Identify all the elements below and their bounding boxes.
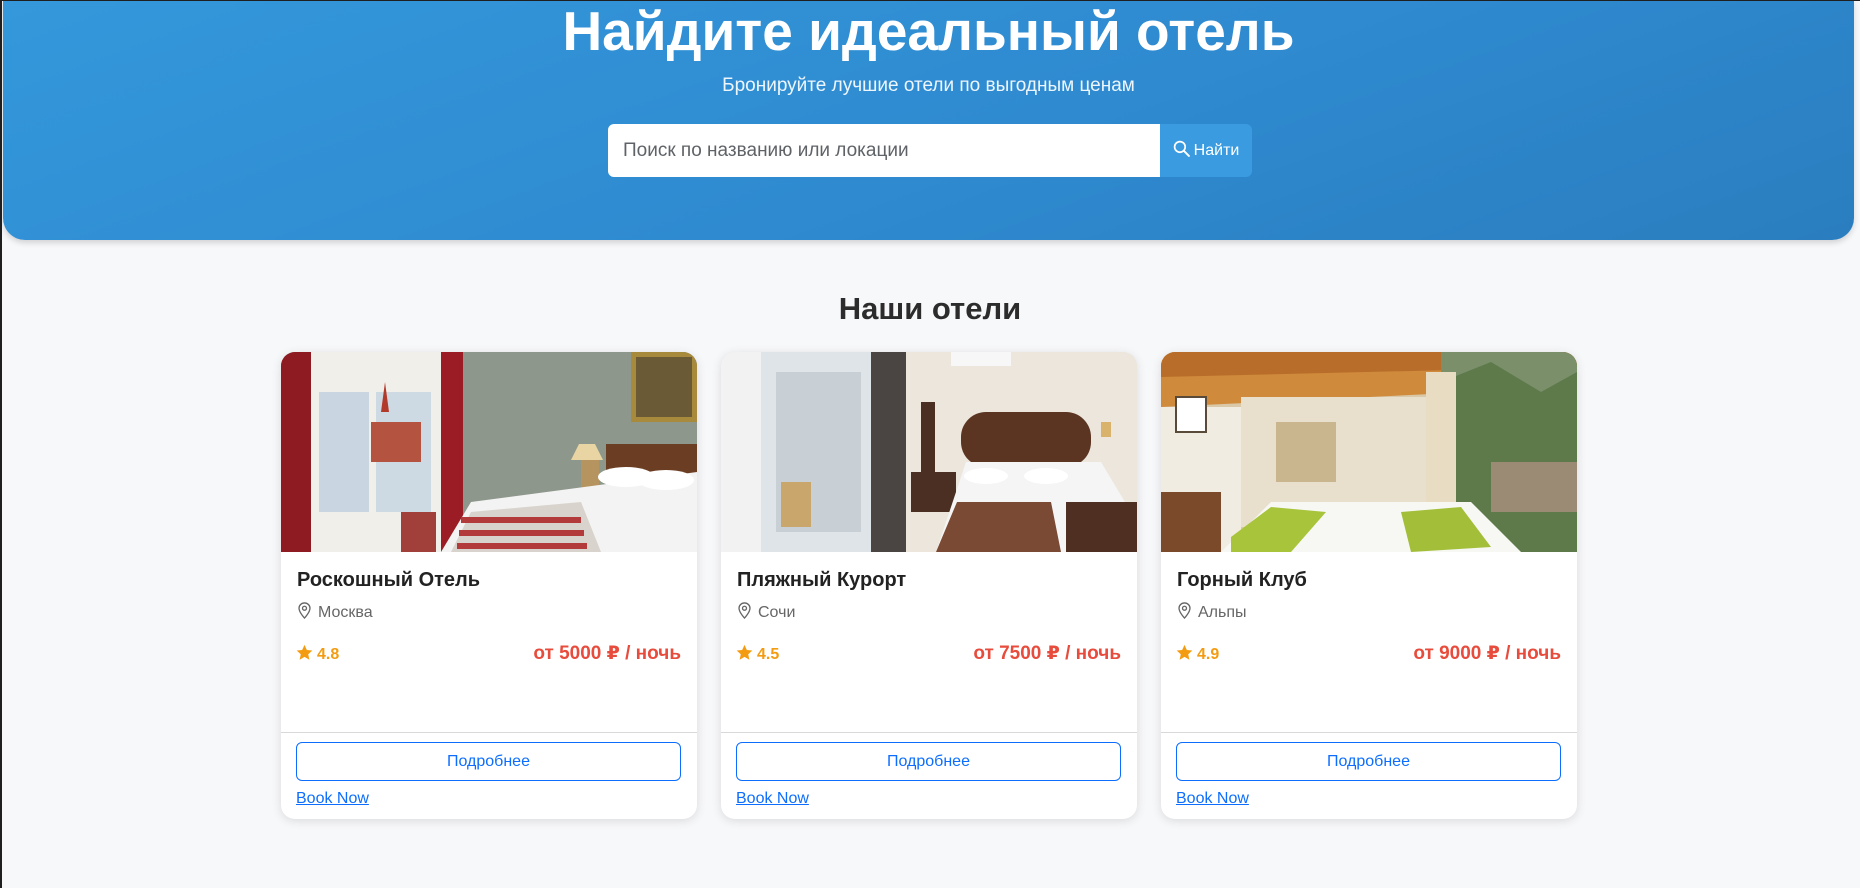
book-now-link[interactable]: Book Now [736,790,809,808]
hero-subtitle: Бронируйте лучшие отели по выгодным цена… [722,75,1135,96]
hotel-rating: 4.5 [736,644,779,666]
map-pin-icon [297,602,312,624]
hotel-card: Пляжный Курорт Сочи 4.5 от 7500 ₽ / ночь… [721,352,1137,819]
map-pin-icon [1177,602,1192,624]
hotel-location-label: Москва [318,604,373,621]
hotel-name: Горный Клуб [1177,569,1307,591]
search-box: Найти [608,124,1253,177]
search-button[interactable]: Найти [1160,124,1252,177]
hotel-location: Сочи [737,602,795,624]
hotel-location: Альпы [1177,602,1247,624]
details-button[interactable]: Подробнее [296,742,681,781]
book-now-link[interactable]: Book Now [1176,790,1249,808]
hotel-rating-value: 4.5 [757,646,780,663]
hotel-name: Роскошный Отель [297,569,481,591]
card-footer-divider [721,732,1137,733]
hotel-price: от 7500 ₽ / ночь [973,643,1121,664]
hotel-location: Москва [297,602,373,624]
hotel-location-label: Альпы [1198,604,1247,621]
star-icon [296,644,313,666]
hotel-location-label: Сочи [758,604,796,621]
hotel-card: Горный Клуб Альпы 4.9 от 9000 ₽ / ночь П… [1161,352,1577,819]
hotel-image-sochi [721,352,1137,552]
hotel-price: от 5000 ₽ / ночь [533,643,681,664]
hero-banner: Найдите идеальный отель Бронируйте лучши… [3,0,1854,240]
search-icon [1173,140,1190,162]
card-footer-divider [281,732,697,733]
hotel-price: от 9000 ₽ / ночь [1413,643,1561,664]
star-icon [736,644,753,666]
hotel-card: Роскошный Отель Москва 4.8 от 5000 ₽ / н… [281,352,697,819]
hotel-rating-value: 4.9 [1197,646,1220,663]
section-title: Наши отели [838,291,1022,326]
details-button[interactable]: Подробнее [736,742,1121,781]
search-input[interactable] [608,124,1160,177]
search-button-label: Найти [1193,141,1240,159]
hotel-image-moscow [281,352,697,552]
star-icon [1176,644,1193,666]
hotel-card-list: Роскошный Отель Москва 4.8 от 5000 ₽ / н… [281,352,1577,819]
hero-title: Найдите идеальный отель [562,0,1295,62]
hotel-rating: 4.8 [296,644,339,666]
hotel-image-alps [1161,352,1577,552]
card-footer-divider [1161,732,1577,733]
details-button[interactable]: Подробнее [1176,742,1561,781]
book-now-link[interactable]: Book Now [296,790,369,808]
hotel-rating: 4.9 [1176,644,1219,666]
hotel-rating-value: 4.8 [317,646,340,663]
hotel-name: Пляжный Курорт [737,569,907,591]
map-pin-icon [737,602,752,624]
